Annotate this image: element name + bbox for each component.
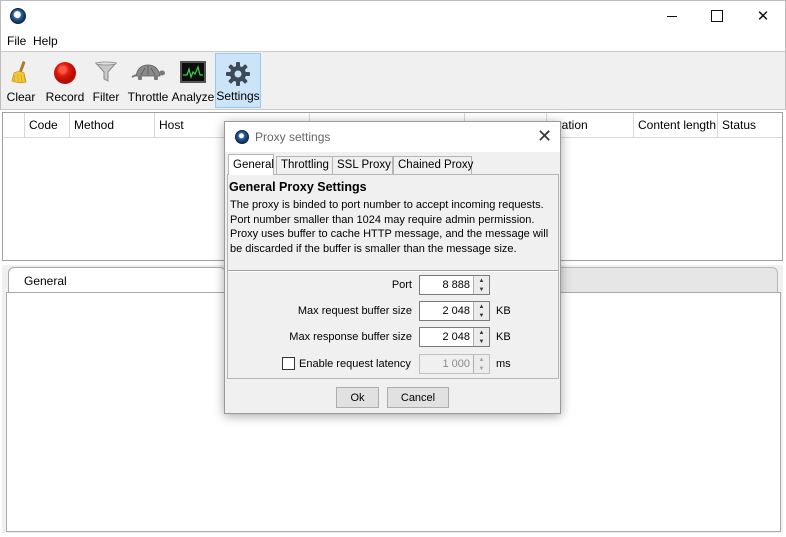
- settings-label: Settings: [216, 89, 260, 103]
- max-response-buffer-decrement-button[interactable]: ▼: [473, 337, 489, 346]
- column-header-index[interactable]: [3, 113, 25, 138]
- app-icon: [10, 8, 26, 24]
- panel-description: The proxy is binded to port number to ac…: [230, 199, 549, 255]
- request-latency-increment-button: ▲: [473, 355, 489, 364]
- cancel-button[interactable]: Cancel: [387, 387, 449, 408]
- dialog-title: Proxy settings: [255, 130, 331, 144]
- port-decrement-button[interactable]: ▼: [473, 285, 489, 294]
- maximize-button[interactable]: [694, 1, 740, 31]
- column-header-code[interactable]: Code: [25, 113, 70, 138]
- dialog-close-icon[interactable]: ✕: [537, 127, 552, 145]
- analyze-button[interactable]: Analyze: [172, 53, 214, 108]
- record-icon: [54, 62, 76, 84]
- max-response-buffer-label: Max response buffer size: [289, 331, 412, 343]
- max-request-buffer-input[interactable]: [420, 302, 472, 320]
- tab-throttling[interactable]: Throttling: [276, 156, 333, 175]
- close-button[interactable]: ✕: [740, 1, 786, 31]
- throttle-button[interactable]: Throttle: [125, 53, 171, 108]
- turtle-icon: [131, 64, 165, 80]
- panel-separator: [228, 270, 558, 272]
- max-request-buffer-label: Max request buffer size: [297, 305, 412, 317]
- minimize-button[interactable]: [649, 1, 695, 31]
- max-response-buffer-increment-button[interactable]: ▲: [473, 328, 489, 337]
- max-request-buffer-spinner[interactable]: ▲ ▼: [419, 301, 490, 321]
- port-spinner[interactable]: ▲ ▼: [419, 275, 490, 295]
- request-latency-input: [420, 355, 472, 373]
- record-button[interactable]: Record: [44, 53, 86, 108]
- funnel-icon: [94, 61, 118, 82]
- detail-tab-general-label: General: [24, 274, 67, 288]
- filter-label: Filter: [92, 90, 120, 104]
- dialog-tabs: General Throttling SSL Proxy Chained Pro…: [228, 154, 558, 175]
- max-response-buffer-spinner[interactable]: ▲ ▼: [419, 327, 490, 347]
- throttle-label: Throttle: [127, 90, 169, 104]
- port-increment-button[interactable]: ▲: [473, 276, 489, 285]
- filter-button[interactable]: Filter: [90, 53, 122, 108]
- ok-button[interactable]: Ok: [336, 387, 379, 408]
- general-settings-panel: General Proxy Settings The proxy is bind…: [227, 174, 559, 379]
- record-label: Record: [45, 90, 85, 104]
- analyze-label: Analyze: [171, 90, 215, 104]
- window-titlebar: ✕: [0, 0, 786, 30]
- request-latency-toggle[interactable]: Enable request latency: [282, 357, 411, 370]
- max-response-buffer-input[interactable]: [420, 328, 472, 346]
- column-header-method[interactable]: Method: [70, 113, 155, 138]
- tab-ssl-proxy[interactable]: SSL Proxy: [332, 156, 393, 175]
- port-input[interactable]: [420, 276, 472, 294]
- column-header-status[interactable]: Status: [718, 113, 782, 138]
- menu-help[interactable]: Help: [33, 34, 58, 48]
- request-latency-decrement-button: ▼: [473, 364, 489, 373]
- request-latency-checkbox[interactable]: [282, 357, 295, 370]
- menu-file[interactable]: File: [7, 34, 26, 48]
- column-header-content-length[interactable]: Content length: [634, 113, 718, 138]
- detail-tab-general[interactable]: General: [8, 267, 226, 293]
- port-label: Port: [391, 279, 412, 291]
- tab-chained-proxy[interactable]: Chained Proxy: [393, 156, 473, 175]
- dialog-titlebar: Proxy settings ✕: [225, 122, 560, 152]
- gear-icon: [226, 62, 250, 86]
- monitor-icon: [180, 61, 206, 83]
- proxy-settings-dialog: Proxy settings ✕ General Throttling SSL …: [224, 121, 561, 414]
- menubar: File Help: [0, 30, 786, 51]
- detail-tab-response[interactable]: [552, 267, 778, 293]
- toolbar: Clear Record Filter Throttle Analyze Set…: [0, 51, 786, 110]
- panel-heading: General Proxy Settings: [229, 180, 367, 194]
- max-request-buffer-unit: KB: [496, 305, 511, 317]
- max-request-buffer-increment-button[interactable]: ▲: [473, 302, 489, 311]
- settings-button[interactable]: Settings: [215, 53, 261, 108]
- max-response-buffer-unit: KB: [496, 331, 511, 343]
- max-request-buffer-decrement-button[interactable]: ▼: [473, 311, 489, 320]
- request-latency-spinner: ▲ ▼: [419, 354, 490, 374]
- request-latency-unit: ms: [496, 358, 511, 370]
- request-latency-label: Enable request latency: [299, 357, 411, 370]
- broom-icon: [11, 61, 27, 84]
- clear-label: Clear: [6, 90, 36, 104]
- clear-button[interactable]: Clear: [3, 53, 39, 108]
- tab-general[interactable]: General: [228, 154, 274, 175]
- dialog-app-icon: [235, 130, 249, 144]
